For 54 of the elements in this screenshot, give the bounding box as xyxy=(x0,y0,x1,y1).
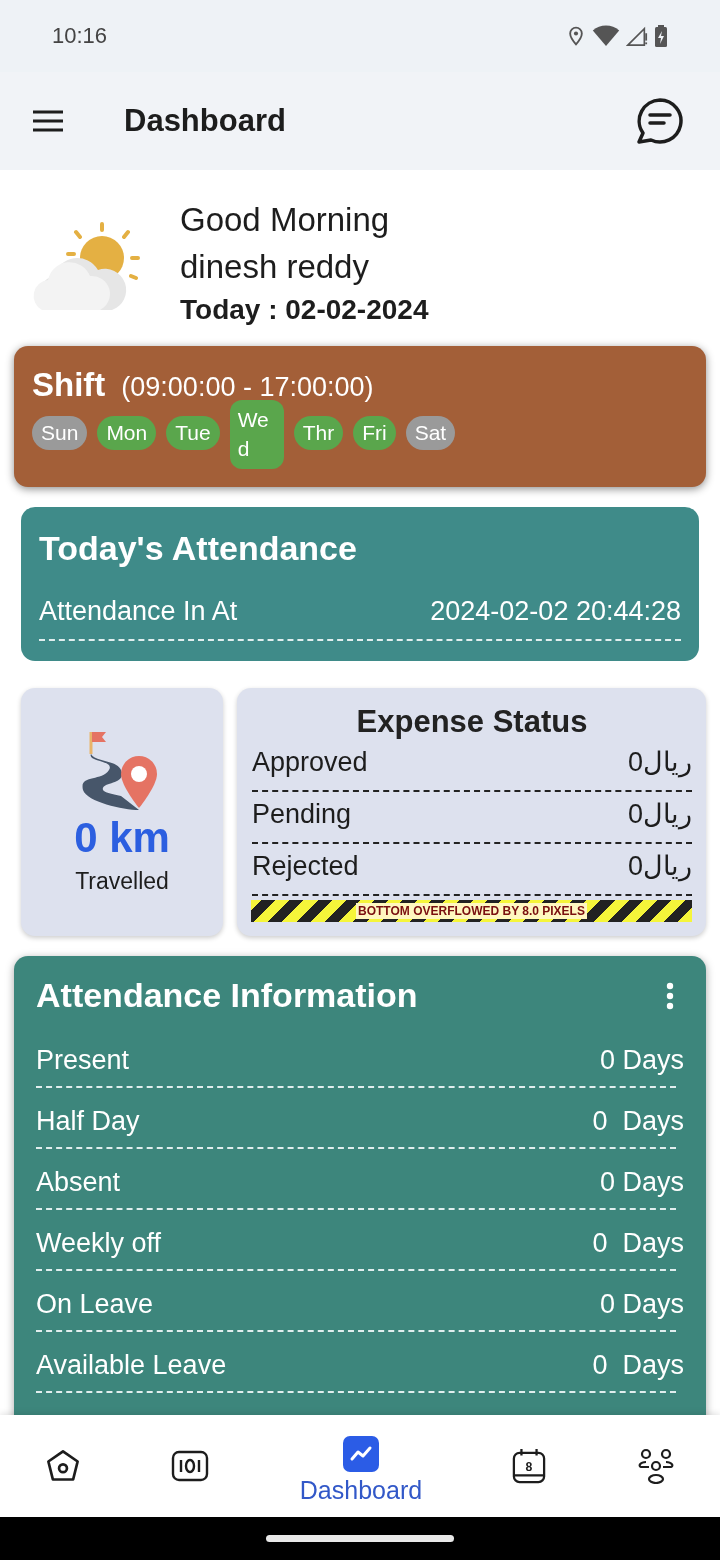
more-icon xyxy=(666,981,674,1010)
card-title: Attendance Information xyxy=(36,976,418,1015)
menu-icon xyxy=(32,109,64,133)
row-label: On Leave xyxy=(36,1289,154,1320)
status-time: 10:16 xyxy=(52,23,108,49)
day-chip: Sun xyxy=(32,416,88,450)
chart-icon xyxy=(342,1435,379,1472)
shift-hours: (09:00:00 - 17:00:00) xyxy=(121,372,374,403)
wifi-icon xyxy=(592,25,620,47)
row-value: 0 Days xyxy=(599,1045,684,1076)
signal-icon xyxy=(626,25,648,47)
row-value: 2024-02-02 20:44:28 xyxy=(430,596,681,627)
row-label: Approved xyxy=(252,748,368,776)
calendar-icon: 8 xyxy=(512,1448,547,1484)
row-label: Attendance In At xyxy=(39,596,238,627)
day-chip: Thr xyxy=(293,416,344,450)
day-chip: Tue xyxy=(166,416,220,450)
day-chip: Mon xyxy=(97,416,157,450)
row-value: 0 Days xyxy=(592,1106,684,1137)
row-label: Rejected xyxy=(252,852,359,880)
row-label: Absent xyxy=(36,1167,121,1198)
day-chip: Fri xyxy=(353,416,396,450)
overflow-warning-text: BOTTOM OVERFLOWED BY 8.0 PIXELS xyxy=(356,903,587,919)
counter-icon xyxy=(171,1448,210,1484)
row-label: Half Day xyxy=(36,1106,140,1137)
row-value: 0 Days xyxy=(599,1289,684,1320)
day-chip: Wed xyxy=(229,400,284,469)
nav-tab[interactable]: Dashboard xyxy=(289,1427,433,1513)
row-label: Weekly off xyxy=(36,1228,162,1259)
greeting-text: Good Morning xyxy=(180,200,391,240)
card-title: Expense Status xyxy=(355,704,589,740)
row-value: 0ريال xyxy=(627,800,692,828)
nav-tab[interactable]: 8 xyxy=(502,1440,557,1492)
page-title: Dashboard xyxy=(124,103,287,139)
row-value: 0ريال xyxy=(627,748,692,776)
row-value: 0 Days xyxy=(599,1167,684,1198)
row-value: 0ريال xyxy=(627,852,692,880)
card-title: Today's Attendance xyxy=(39,529,358,568)
distance-label: Travelled xyxy=(75,868,169,895)
distance-value: 0 km xyxy=(74,814,170,862)
people-icon xyxy=(636,1448,675,1484)
day-chip: Sat xyxy=(405,416,456,450)
battery-icon xyxy=(654,24,668,48)
row-label: Present xyxy=(36,1045,130,1076)
shift-title: Shift xyxy=(32,366,106,404)
row-label: Available Leave xyxy=(36,1350,227,1381)
user-name: dinesh reddy xyxy=(180,247,370,287)
row-value: 0 Days xyxy=(592,1350,684,1381)
today-date: Today : 02-02-2024 xyxy=(180,293,429,327)
chat-icon xyxy=(634,97,686,145)
home-icon xyxy=(45,1448,82,1484)
row-value: 0 Days xyxy=(592,1228,684,1259)
row-label: Pending xyxy=(252,800,352,828)
location-icon xyxy=(566,24,586,48)
